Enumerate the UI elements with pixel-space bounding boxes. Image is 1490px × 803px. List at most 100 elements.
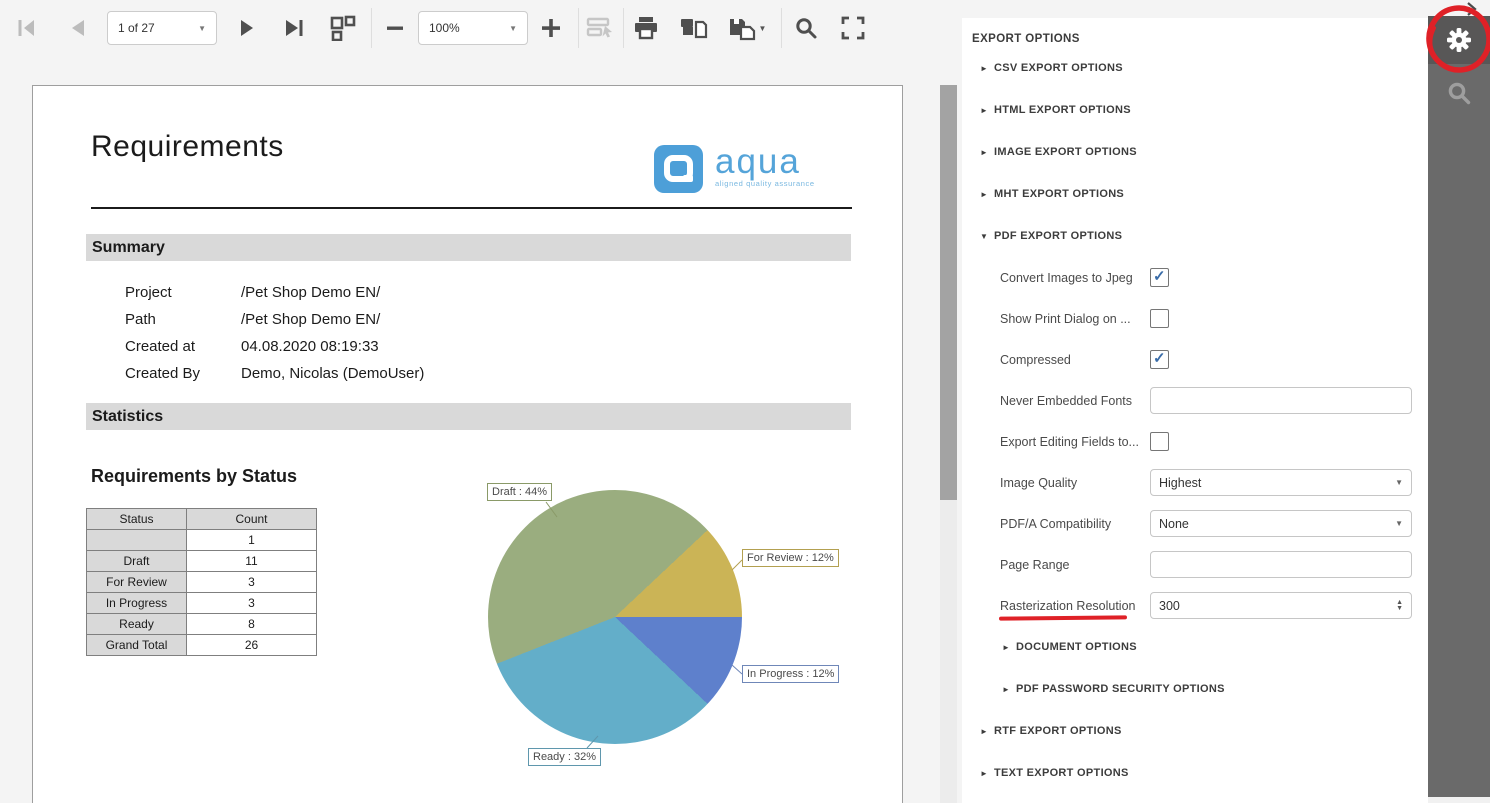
document-scrollbar-thumb[interactable]: [940, 85, 957, 500]
highlight-editing-fields-button: [583, 11, 619, 45]
image-quality-select[interactable]: Highest▼: [1150, 469, 1412, 496]
field-show-print-dialog: Show Print Dialog on ... ✓: [962, 298, 1428, 339]
search-button[interactable]: [791, 11, 821, 45]
prev-page-button[interactable]: [62, 11, 92, 45]
chevron-right-icon: ►: [1002, 643, 1016, 652]
zoom-in-button[interactable]: [536, 11, 566, 45]
panel-title: EXPORT OPTIONS: [972, 33, 1428, 47]
aqua-logo: aqua aligned quality assurance: [654, 145, 815, 193]
next-page-button[interactable]: [233, 11, 263, 45]
chart-title: Requirements by Status: [91, 466, 297, 487]
export-options-tab[interactable]: [1428, 16, 1490, 64]
table-row: 1: [87, 530, 317, 551]
title-divider: [91, 207, 852, 209]
fullscreen-icon: [841, 16, 865, 40]
page-number-value: 1 of 27: [118, 21, 198, 35]
status-count-table: Status Count 1 Draft11 For Review3 In Pr…: [86, 508, 317, 656]
next-page-icon: [239, 18, 257, 38]
section-pdf-export-options[interactable]: ▼ PDF EXPORT OPTIONS: [962, 215, 1428, 257]
spinner-arrows-icon[interactable]: ▲▼: [1396, 600, 1403, 612]
section-rtf-export-options[interactable]: ► RTF EXPORT OPTIONS: [962, 710, 1428, 752]
search-icon: [794, 16, 818, 40]
summary-row: Path/Pet Shop Demo EN/: [125, 306, 424, 333]
search-tab[interactable]: [1428, 69, 1490, 117]
export-icon: [728, 15, 756, 41]
pie-callout-in-progress: In Progress : 12%: [742, 665, 839, 683]
red-underline-annotation: [999, 615, 1127, 620]
export-dropdown-caret[interactable]: ▼: [759, 24, 767, 33]
table-row: For Review3: [87, 572, 317, 593]
section-mht-export-options[interactable]: ► MHT EXPORT OPTIONS: [962, 173, 1428, 215]
show-print-dialog-checkbox[interactable]: ✓: [1150, 309, 1169, 328]
field-page-range: Page Range: [962, 544, 1428, 585]
section-pdf-password-security-options[interactable]: ► PDF PASSWORD SECURITY OPTIONS: [962, 668, 1428, 710]
aqua-logo-mark: [654, 145, 703, 193]
table-header-count: Count: [187, 509, 317, 530]
compressed-checkbox[interactable]: ✓: [1150, 350, 1169, 369]
zoom-value: 100%: [429, 21, 509, 35]
summary-row: Created ByDemo, Nicolas (DemoUser): [125, 360, 424, 387]
print-icon: [633, 15, 659, 41]
chevron-right-icon: ►: [980, 727, 994, 736]
print-button[interactable]: [631, 11, 661, 45]
last-page-button[interactable]: [280, 11, 310, 45]
zoom-out-icon: [385, 18, 405, 38]
rasterization-resolution-spinner[interactable]: 300▲▼: [1150, 592, 1412, 619]
first-page-button[interactable]: [12, 11, 42, 45]
table-row: In Progress3: [87, 593, 317, 614]
check-icon: ✓: [1153, 267, 1166, 285]
chevron-right-icon: ►: [980, 148, 994, 157]
panel-top-strip: [962, 0, 1490, 18]
pie-callout-ready: Ready : 32%: [528, 748, 601, 766]
summary-row: Project/Pet Shop Demo EN/: [125, 279, 424, 306]
fullscreen-button[interactable]: [838, 11, 868, 45]
table-header-row: Status Count: [87, 509, 317, 530]
page-number-select[interactable]: 1 of 27 ▼: [107, 11, 217, 45]
summary-fields: Project/Pet Shop Demo EN/ Path/Pet Shop …: [125, 279, 424, 387]
section-html-export-options[interactable]: ► HTML EXPORT OPTIONS: [962, 89, 1428, 131]
summary-row: Created at04.08.2020 08:19:33: [125, 333, 424, 360]
table-row: Ready8: [87, 614, 317, 635]
field-never-embedded-fonts: Never Embedded Fonts: [962, 380, 1428, 421]
pie-callout-draft: Draft : 44%: [487, 483, 552, 501]
summary-field-label: Path: [125, 311, 241, 328]
field-convert-images-to-jpeg: Convert Images to Jpeg ✓: [962, 257, 1428, 298]
summary-field-value: 04.08.2020 08:19:33: [241, 338, 379, 355]
pie-callout-connectors: [33, 86, 904, 803]
export-button[interactable]: ▼: [725, 11, 769, 45]
section-text-export-options[interactable]: ► TEXT EXPORT OPTIONS: [962, 752, 1428, 794]
chevron-right-icon: ►: [980, 769, 994, 778]
chevron-right-icon: ►: [1002, 685, 1016, 694]
document-scrollbar[interactable]: [940, 85, 957, 803]
chevron-right-icon: ►: [980, 190, 994, 199]
summary-field-label: Project: [125, 284, 241, 301]
page-range-input[interactable]: [1150, 551, 1412, 578]
zoom-select[interactable]: 100% ▼: [418, 11, 528, 45]
section-image-export-options[interactable]: ► IMAGE EXPORT OPTIONS: [962, 131, 1428, 173]
chevron-down-icon: ▼: [980, 232, 994, 241]
prev-page-icon: [68, 18, 86, 38]
field-image-quality: Image Quality Highest▼: [962, 462, 1428, 503]
export-options-panel: EXPORT OPTIONS ► CSV EXPORT OPTIONS ► HT…: [962, 18, 1428, 803]
zoom-out-button[interactable]: [380, 11, 410, 45]
check-icon: ✓: [1153, 349, 1166, 367]
chevron-down-icon: ▼: [198, 24, 206, 33]
export-editing-fields-checkbox[interactable]: ✓: [1150, 432, 1169, 451]
section-csv-export-options[interactable]: ► CSV EXPORT OPTIONS: [962, 47, 1428, 89]
never-embedded-fonts-input[interactable]: [1150, 387, 1412, 414]
gear-icon: [1445, 26, 1473, 54]
highlight-editing-fields-icon: [586, 16, 616, 40]
table-row: Draft11: [87, 551, 317, 572]
summary-field-label: Created at: [125, 338, 241, 355]
print-page-button[interactable]: [677, 11, 711, 45]
summary-field-label: Created By: [125, 365, 241, 382]
section-document-options[interactable]: ► DOCUMENT OPTIONS: [962, 626, 1428, 668]
multipage-toggle-button[interactable]: [327, 11, 361, 45]
table-header-status: Status: [87, 509, 187, 530]
chevron-down-icon: ▼: [1395, 478, 1403, 487]
panel-collapse-chevron[interactable]: [1462, 1, 1480, 17]
convert-images-checkbox[interactable]: ✓: [1150, 268, 1169, 287]
pie-chart: [488, 490, 742, 744]
pdfa-compatibility-select[interactable]: None▼: [1150, 510, 1412, 537]
field-compressed: Compressed ✓: [962, 339, 1428, 380]
